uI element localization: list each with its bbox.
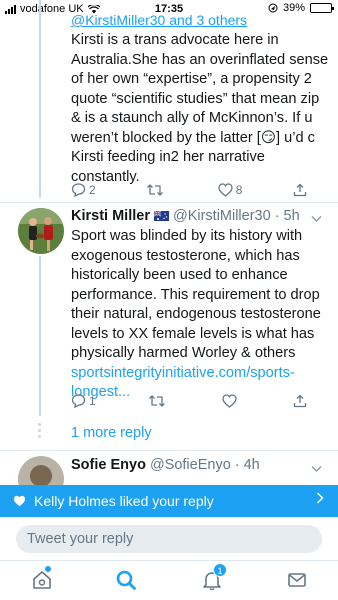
author-handle: @KirstiMiller30 [172, 208, 271, 224]
reply-icon [71, 183, 86, 197]
retweet-button[interactable] [148, 394, 169, 408]
compose-reply-input[interactable]: Tweet your reply [16, 525, 322, 553]
tab-home[interactable] [31, 566, 53, 591]
retweet-icon [147, 184, 164, 196]
tab-search[interactable] [115, 569, 137, 591]
thread-dots [38, 423, 41, 438]
retweet-icon [149, 395, 166, 407]
tweet-text: Kirsti is a trans advocate here in Austr… [71, 32, 329, 185]
share-icon [293, 183, 307, 197]
location-icon [268, 3, 278, 13]
tweet-menu-caret[interactable] [311, 460, 322, 478]
like-button[interactable]: 8 [218, 183, 243, 197]
time-separator: · [234, 457, 240, 473]
battery-icon [310, 3, 334, 13]
tab-bar: 1 [0, 560, 338, 600]
tweet-body: Sport was blinded by its history with ex… [71, 227, 331, 403]
author-name[interactable]: Sofie Enyo [71, 457, 146, 473]
battery-label: 39% [282, 2, 305, 14]
toast-text: Kelly Holmes liked your reply [34, 493, 214, 509]
tweet-divider [0, 450, 338, 451]
australian-flag-icon [153, 211, 169, 221]
compose-placeholder: Tweet your reply [27, 531, 134, 547]
notification-toast[interactable]: Kelly Holmes liked your reply [0, 485, 338, 517]
reply-count: 2 [89, 183, 96, 197]
heart-icon [222, 394, 237, 408]
share-icon [293, 394, 307, 408]
heart-icon [218, 183, 233, 197]
reply-to-link[interactable]: @KirstiMiller30 and 3 others [71, 12, 247, 28]
tweet-menu-caret[interactable] [311, 210, 322, 228]
tweet-actions: 2 8 [71, 181, 307, 199]
tweet-body-text: Sport was blinded by its history with ex… [71, 228, 321, 361]
tweet-time: 5h [283, 208, 300, 224]
notifications-badge: 1 [213, 563, 227, 577]
share-button[interactable] [293, 183, 307, 197]
chevron-right-icon [316, 491, 324, 509]
reply-button[interactable]: 1 [71, 394, 96, 408]
tweet-author[interactable]: Kirsti Miller @KirstiMiller30 · 5h [71, 208, 300, 224]
new-tweets-dot [45, 566, 51, 572]
thread-line-top [39, 0, 41, 198]
share-button[interactable] [293, 394, 307, 408]
tweet-divider [0, 202, 338, 203]
heart-icon [13, 495, 26, 507]
like-count: 8 [235, 183, 243, 197]
chevron-down-icon [311, 466, 322, 472]
avatar-photo [18, 208, 64, 254]
tweet-author[interactable]: Sofie Enyo @SofieEnyo · 4h [71, 457, 260, 473]
search-icon [116, 570, 136, 590]
reply-to-line[interactable]: @KirstiMiller30 and 3 others [71, 12, 247, 28]
retweet-button[interactable] [146, 183, 167, 197]
chevron-down-icon [311, 216, 322, 222]
reply-button[interactable]: 2 [71, 183, 96, 197]
like-button[interactable] [222, 394, 240, 408]
tab-notifications[interactable]: 1 [201, 563, 227, 591]
author-handle: @SofieEnyo [149, 457, 231, 473]
tweet-time: 4h [243, 457, 260, 473]
envelope-icon [288, 573, 306, 587]
thread-line-middle [39, 256, 41, 416]
status-right: 39% [268, 2, 334, 14]
tab-messages[interactable] [286, 569, 308, 591]
reply-icon [71, 394, 86, 408]
avatar[interactable] [18, 208, 64, 254]
home-icon [33, 571, 51, 589]
more-replies-link[interactable]: 1 more reply [71, 425, 152, 441]
reply-count: 1 [89, 394, 96, 408]
time-separator: · [274, 208, 280, 224]
author-name[interactable]: Kirsti Miller [71, 208, 150, 224]
tweet-actions: 1 [71, 392, 307, 410]
